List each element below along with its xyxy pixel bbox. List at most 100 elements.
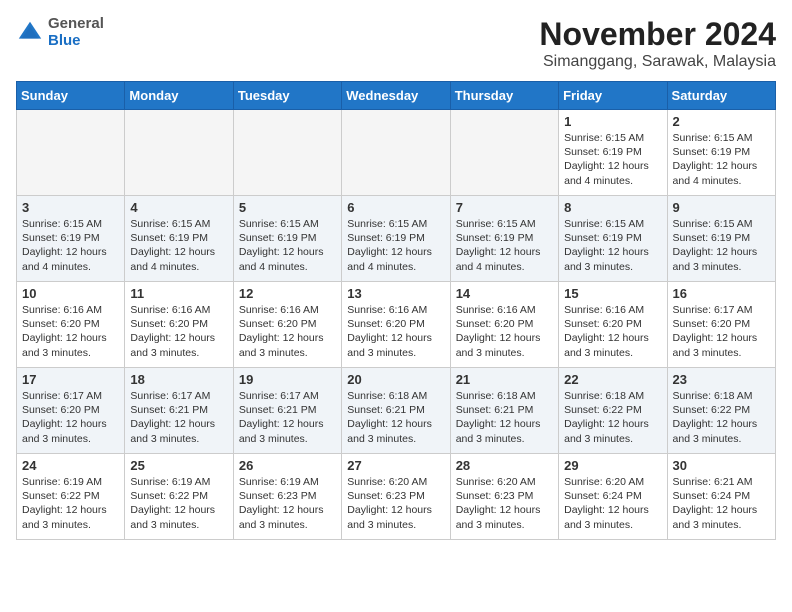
calendar-week-4: 17 Sunrise: 6:17 AM Sunset: 6:20 PM Dayli… — [17, 368, 776, 454]
day-number: 23 — [673, 372, 770, 387]
calendar-day: 29Sunrise: 6:20 AM Sunset: 6:24 PM Dayli… — [559, 454, 667, 540]
calendar-day — [125, 110, 233, 196]
day-info: Sunrise: 6:18 AM Sunset: 6:21 PM Dayligh… — [456, 389, 553, 446]
month-title: November 2024 — [539, 16, 776, 53]
day-number: 3 — [22, 200, 119, 215]
calendar-day: 27 Sunrise: 6:20 AM Sunset: 6:23 PM Dayli… — [342, 454, 450, 540]
logo-icon — [16, 19, 44, 47]
day-info: Sunrise: 6:16 AM Sunset: 6:20 PM Dayligh… — [130, 303, 227, 360]
calendar-day: 14Sunrise: 6:16 AM Sunset: 6:20 PM Dayli… — [450, 282, 558, 368]
day-number: 26 — [239, 458, 336, 473]
day-number: 28 — [456, 458, 553, 473]
day-info: Sunrise: 6:15 AM Sunset: 6:19 PM Dayligh… — [456, 217, 553, 274]
calendar-day: 23 Sunrise: 6:18 AM Sunset: 6:22 PM Dayli… — [667, 368, 775, 454]
day-number: 18 — [130, 372, 227, 387]
day-info: Sunrise: 6:16 AM Sunset: 6:20 PM Dayligh… — [22, 303, 119, 360]
calendar-day: 22Sunrise: 6:18 AM Sunset: 6:22 PM Dayli… — [559, 368, 667, 454]
calendar-day: 10 Sunrise: 6:16 AM Sunset: 6:20 PM Dayli… — [17, 282, 125, 368]
calendar-week-1: 1 Sunrise: 6:15 AM Sunset: 6:19 PM Daylig… — [17, 110, 776, 196]
header-thursday: Thursday — [450, 82, 558, 110]
calendar-day: 6 Sunrise: 6:15 AM Sunset: 6:19 PM Daylig… — [342, 196, 450, 282]
day-info: Sunrise: 6:17 AM Sunset: 6:20 PM Dayligh… — [22, 389, 119, 446]
day-number: 27 — [347, 458, 444, 473]
day-info: Sunrise: 6:19 AM Sunset: 6:23 PM Dayligh… — [239, 475, 336, 532]
day-number: 24 — [22, 458, 119, 473]
header-saturday: Saturday — [667, 82, 775, 110]
page-header: General Blue November 2024 Simanggang, S… — [16, 16, 776, 71]
calendar-day: 21 Sunrise: 6:18 AM Sunset: 6:21 PM Dayli… — [450, 368, 558, 454]
day-info: Sunrise: 6:16 AM Sunset: 6:20 PM Dayligh… — [239, 303, 336, 360]
title-section: November 2024 Simanggang, Sarawak, Malay… — [539, 16, 776, 71]
logo-blue: Blue — [48, 33, 104, 50]
calendar-day: 20 Sunrise: 6:18 AM Sunset: 6:21 PM Dayli… — [342, 368, 450, 454]
day-number: 15 — [564, 286, 661, 301]
calendar-header-row: SundayMondayTuesdayWednesdayThursdayFrid… — [17, 82, 776, 110]
day-number: 6 — [347, 200, 444, 215]
calendar-day: 28 Sunrise: 6:20 AM Sunset: 6:23 PM Dayli… — [450, 454, 558, 540]
day-info: Sunrise: 6:19 AM Sunset: 6:22 PM Dayligh… — [130, 475, 227, 532]
calendar-day: 24 Sunrise: 6:19 AM Sunset: 6:22 PM Dayli… — [17, 454, 125, 540]
calendar-day: 19 Sunrise: 6:17 AM Sunset: 6:21 PM Dayli… — [233, 368, 341, 454]
day-number: 17 — [22, 372, 119, 387]
day-info: Sunrise: 6:15 AM Sunset: 6:19 PM Dayligh… — [347, 217, 444, 274]
day-number: 13 — [347, 286, 444, 301]
logo: General Blue — [16, 16, 104, 49]
day-number: 22 — [564, 372, 661, 387]
day-info: Sunrise: 6:17 AM Sunset: 6:21 PM Dayligh… — [239, 389, 336, 446]
calendar-day — [17, 110, 125, 196]
day-info: Sunrise: 6:17 AM Sunset: 6:21 PM Dayligh… — [130, 389, 227, 446]
calendar-day — [342, 110, 450, 196]
day-info: Sunrise: 6:20 AM Sunset: 6:23 PM Dayligh… — [347, 475, 444, 532]
logo-text: General Blue — [48, 16, 104, 49]
calendar-day: 18 Sunrise: 6:17 AM Sunset: 6:21 PM Dayli… — [125, 368, 233, 454]
day-number: 14 — [456, 286, 553, 301]
day-info: Sunrise: 6:19 AM Sunset: 6:22 PM Dayligh… — [22, 475, 119, 532]
day-number: 20 — [347, 372, 444, 387]
day-number: 2 — [673, 114, 770, 129]
day-number: 25 — [130, 458, 227, 473]
day-number: 9 — [673, 200, 770, 215]
calendar-week-5: 24 Sunrise: 6:19 AM Sunset: 6:22 PM Dayli… — [17, 454, 776, 540]
day-info: Sunrise: 6:18 AM Sunset: 6:22 PM Dayligh… — [673, 389, 770, 446]
day-number: 10 — [22, 286, 119, 301]
day-number: 8 — [564, 200, 661, 215]
day-number: 16 — [673, 286, 770, 301]
day-info: Sunrise: 6:15 AM Sunset: 6:19 PM Dayligh… — [564, 217, 661, 274]
calendar-day: 25 Sunrise: 6:19 AM Sunset: 6:22 PM Dayli… — [125, 454, 233, 540]
day-number: 19 — [239, 372, 336, 387]
calendar-day: 9 Sunrise: 6:15 AM Sunset: 6:19 PM Daylig… — [667, 196, 775, 282]
day-number: 4 — [130, 200, 227, 215]
day-info: Sunrise: 6:20 AM Sunset: 6:24 PM Dayligh… — [564, 475, 661, 532]
header-tuesday: Tuesday — [233, 82, 341, 110]
logo-general: General — [48, 16, 104, 33]
day-number: 11 — [130, 286, 227, 301]
calendar-day: 3Sunrise: 6:15 AM Sunset: 6:19 PM Daylig… — [17, 196, 125, 282]
calendar-day — [450, 110, 558, 196]
day-info: Sunrise: 6:20 AM Sunset: 6:23 PM Dayligh… — [456, 475, 553, 532]
header-wednesday: Wednesday — [342, 82, 450, 110]
calendar-day: 8 Sunrise: 6:15 AM Sunset: 6:19 PM Daylig… — [559, 196, 667, 282]
calendar-day: 15 Sunrise: 6:16 AM Sunset: 6:20 PM Dayli… — [559, 282, 667, 368]
calendar-table: SundayMondayTuesdayWednesdayThursdayFrid… — [16, 81, 776, 540]
calendar-day — [233, 110, 341, 196]
day-info: Sunrise: 6:15 AM Sunset: 6:19 PM Dayligh… — [239, 217, 336, 274]
location-subtitle: Simanggang, Sarawak, Malaysia — [539, 53, 776, 71]
day-number: 1 — [564, 114, 661, 129]
calendar-day: 11 Sunrise: 6:16 AM Sunset: 6:20 PM Dayli… — [125, 282, 233, 368]
day-info: Sunrise: 6:15 AM Sunset: 6:19 PM Dayligh… — [673, 217, 770, 274]
day-info: Sunrise: 6:16 AM Sunset: 6:20 PM Dayligh… — [564, 303, 661, 360]
day-number: 12 — [239, 286, 336, 301]
day-number: 21 — [456, 372, 553, 387]
header-monday: Monday — [125, 82, 233, 110]
day-number: 7 — [456, 200, 553, 215]
day-number: 30 — [673, 458, 770, 473]
day-info: Sunrise: 6:17 AM Sunset: 6:20 PM Dayligh… — [673, 303, 770, 360]
calendar-day: 4Sunrise: 6:15 AM Sunset: 6:19 PM Daylig… — [125, 196, 233, 282]
day-info: Sunrise: 6:15 AM Sunset: 6:19 PM Dayligh… — [564, 131, 661, 188]
day-info: Sunrise: 6:18 AM Sunset: 6:21 PM Dayligh… — [347, 389, 444, 446]
day-number: 5 — [239, 200, 336, 215]
calendar-day: 1 Sunrise: 6:15 AM Sunset: 6:19 PM Daylig… — [559, 110, 667, 196]
calendar-day: 5 Sunrise: 6:15 AM Sunset: 6:19 PM Daylig… — [233, 196, 341, 282]
calendar-day: 26 Sunrise: 6:19 AM Sunset: 6:23 PM Dayli… — [233, 454, 341, 540]
calendar-day: 2Sunrise: 6:15 AM Sunset: 6:19 PM Daylig… — [667, 110, 775, 196]
